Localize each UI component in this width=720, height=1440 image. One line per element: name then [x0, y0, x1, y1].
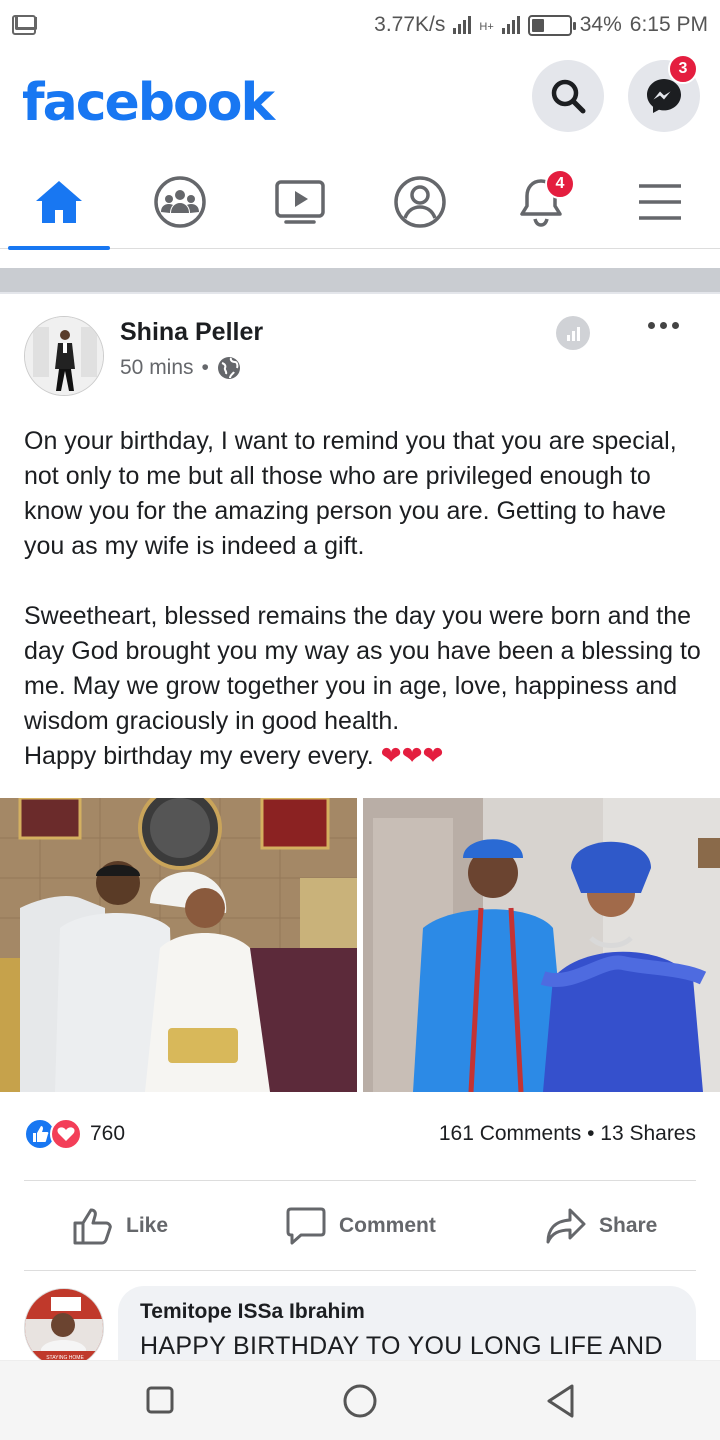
more-options-button[interactable]	[648, 322, 679, 329]
love-reaction-icon	[50, 1118, 82, 1150]
post-photos	[0, 798, 720, 1092]
meta-separator: •	[201, 356, 209, 379]
search-icon	[551, 79, 586, 114]
messenger-badge: 3	[668, 54, 698, 84]
feed-divider	[0, 268, 720, 294]
clock: 6:15 PM	[629, 13, 708, 36]
network-speed: 3.77K/s	[374, 13, 446, 36]
comment-label: Comment	[339, 1214, 436, 1237]
status-bar: 3.77K/s H+ 34% 6:15 PM	[0, 0, 720, 50]
watch-icon	[275, 180, 325, 224]
comment-icon	[286, 1207, 326, 1245]
post-author[interactable]: Shina Peller	[120, 318, 263, 347]
post-actions: Like Comment Share	[0, 1190, 720, 1262]
post-photo-2[interactable]	[363, 798, 720, 1092]
recents-button[interactable]	[146, 1385, 174, 1420]
home-nav-button[interactable]	[342, 1383, 378, 1424]
tab-menu[interactable]	[605, 155, 715, 249]
actions-divider	[24, 1180, 696, 1181]
post-photo-1[interactable]	[0, 798, 357, 1092]
like-icon	[73, 1208, 112, 1245]
post-header: Shina Peller 50 mins •	[0, 316, 720, 400]
comments-shares-count[interactable]: 161 Comments • 13 Shares	[439, 1122, 696, 1146]
menu-icon	[639, 184, 681, 220]
circle-icon	[343, 1384, 377, 1418]
author-avatar[interactable]	[24, 316, 104, 396]
comment-author[interactable]: Temitope ISSa Ibrahim	[140, 1300, 674, 1324]
tab-notifications[interactable]: 4	[486, 155, 596, 249]
profile-icon	[394, 176, 446, 228]
groups-icon	[154, 176, 206, 228]
reaction-count: 760	[90, 1122, 126, 1145]
share-label: Share	[599, 1214, 658, 1237]
post-time[interactable]: 50 mins	[120, 356, 194, 380]
tab-watch[interactable]	[245, 155, 355, 249]
share-icon	[546, 1208, 586, 1244]
system-nav-bar	[0, 1360, 720, 1440]
tab-bar: 4	[0, 155, 720, 250]
comments-divider	[24, 1270, 696, 1271]
search-button[interactable]	[532, 60, 604, 132]
post-meta: 50 mins •	[120, 356, 241, 380]
signal-icon-2	[501, 16, 520, 34]
back-triangle-icon	[547, 1384, 574, 1418]
battery-icon	[527, 14, 576, 36]
globe-icon	[217, 357, 240, 379]
tab-home[interactable]	[4, 155, 114, 250]
share-button[interactable]: Share	[545, 1190, 657, 1262]
tab-profile[interactable]	[365, 155, 475, 249]
comment-text: HAPPY BIRTHDAY TO YOU LONG LIFE AND	[140, 1332, 663, 1360]
notifications-badge: 4	[545, 169, 575, 199]
gmail-icon	[12, 15, 36, 35]
like-label: Like	[126, 1214, 169, 1237]
insights-icon[interactable]	[556, 316, 590, 350]
app-header: facebook 3	[0, 50, 720, 155]
facebook-logo[interactable]: facebook	[22, 73, 275, 133]
square-icon	[146, 1386, 174, 1414]
tab-groups[interactable]	[125, 155, 235, 249]
like-button[interactable]: Like	[72, 1190, 168, 1262]
commenter-avatar[interactable]: STAYING HOME SAVING LIVES	[24, 1288, 104, 1368]
signal-icon	[453, 16, 472, 34]
battery-percent: 34%	[579, 13, 622, 36]
network-type: H+	[479, 21, 494, 33]
back-button[interactable]	[544, 1383, 576, 1424]
comment-button[interactable]: Comment	[285, 1190, 436, 1262]
post-text: On your birthday, I want to remind you t…	[24, 427, 701, 770]
home-icon	[36, 181, 82, 223]
messenger-button[interactable]: 3	[628, 54, 700, 132]
reactions-summary[interactable]: 760	[24, 1118, 125, 1150]
